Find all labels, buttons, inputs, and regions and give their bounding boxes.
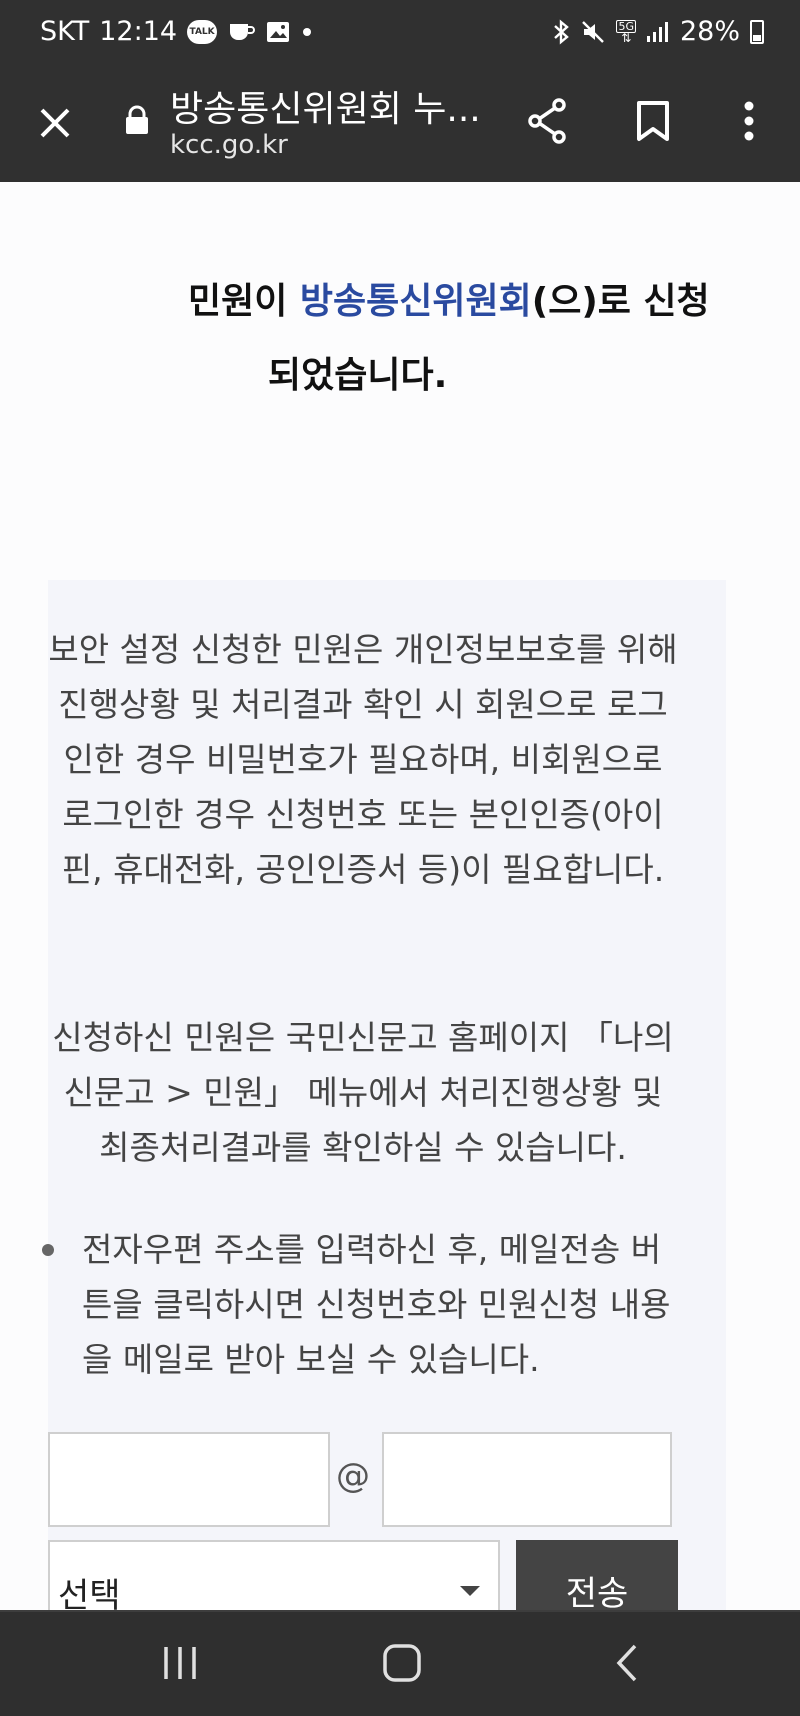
page-title: 방송통신위원회 누...: [170, 89, 481, 130]
email-notice: 전자우편 주소를 입력하신 후, 메일전송 버튼을 클릭하시면 신청번호와 민원…: [42, 1222, 678, 1387]
home-button[interactable]: [342, 1612, 462, 1716]
share-button[interactable]: [514, 90, 580, 156]
headline-line2: 되었습니다.: [268, 355, 448, 396]
close-icon: [38, 106, 72, 144]
recent-apps-button[interactable]: [120, 1612, 240, 1716]
status-right: 5G ⇅ 28%: [552, 16, 764, 47]
web-content: 민원이 방송통신위원회(으)로 신청 되었습니다. 보안 설정 신청한 민원은 …: [0, 182, 800, 1610]
email-notice-text: 전자우편 주소를 입력하신 후, 메일전송 버튼을 클릭하시면 신청번호와 민원…: [82, 1230, 671, 1379]
signal-icon: [646, 21, 670, 43]
more-notifications-dot-icon: [301, 26, 313, 38]
security-notice: 보안 설정 신청한 민원은 개인정보보호를 위해 진행상황 및 처리결과 확인 …: [48, 630, 678, 889]
lock-icon: [122, 100, 152, 140]
carrier-label: SKT: [40, 16, 90, 47]
system-nav-bar: [0, 1610, 800, 1716]
headline-suffix: (으)로 신청: [531, 281, 710, 322]
network-type-icon: 5G ⇅: [616, 19, 636, 45]
close-tab-button[interactable]: [22, 92, 88, 158]
headline-org: 방송통신위원회: [299, 281, 532, 322]
page-domain: kcc.go.kr: [170, 130, 288, 160]
bookmark-button[interactable]: [620, 90, 686, 156]
back-icon: [615, 1643, 641, 1687]
status-left: SKT 12:14 TALK: [40, 16, 313, 47]
at-sign: @: [336, 1456, 370, 1496]
browser-toolbar: 방송통신위원회 누... kcc.go.kr: [0, 70, 800, 182]
recent-apps-icon: [160, 1645, 200, 1685]
gallery-notification-icon: [265, 20, 291, 44]
bullet-icon: [42, 1244, 54, 1256]
back-button[interactable]: [568, 1612, 688, 1716]
more-vert-icon: [743, 101, 755, 145]
more-options-button[interactable]: [716, 90, 782, 156]
email-local-input[interactable]: [48, 1432, 330, 1527]
clock: 12:14: [99, 16, 178, 47]
email-domain-input[interactable]: [382, 1432, 672, 1527]
chevron-down-icon: [460, 1586, 480, 1596]
cup-notification-icon: [227, 20, 255, 44]
battery-icon: [750, 19, 764, 44]
share-icon: [525, 97, 569, 149]
status-bar: SKT 12:14 TALK 5G ⇅ 28%: [0, 0, 800, 70]
battery-percent: 28%: [679, 16, 740, 47]
check-status-notice: 신청하신 민원은 국민신문고 홈페이지 「나의 신문고 > 민원」 메뉴에서 처…: [52, 1018, 674, 1167]
headline-prefix: 민원이: [188, 281, 300, 322]
mute-icon: [580, 19, 606, 45]
bookmark-icon: [636, 100, 670, 146]
home-icon: [382, 1643, 422, 1687]
bluetooth-icon: [552, 18, 570, 45]
headline-line1: 민원이 방송통신위원회(으)로 신청: [188, 272, 710, 324]
kakaotalk-notification-icon: TALK: [187, 19, 218, 44]
